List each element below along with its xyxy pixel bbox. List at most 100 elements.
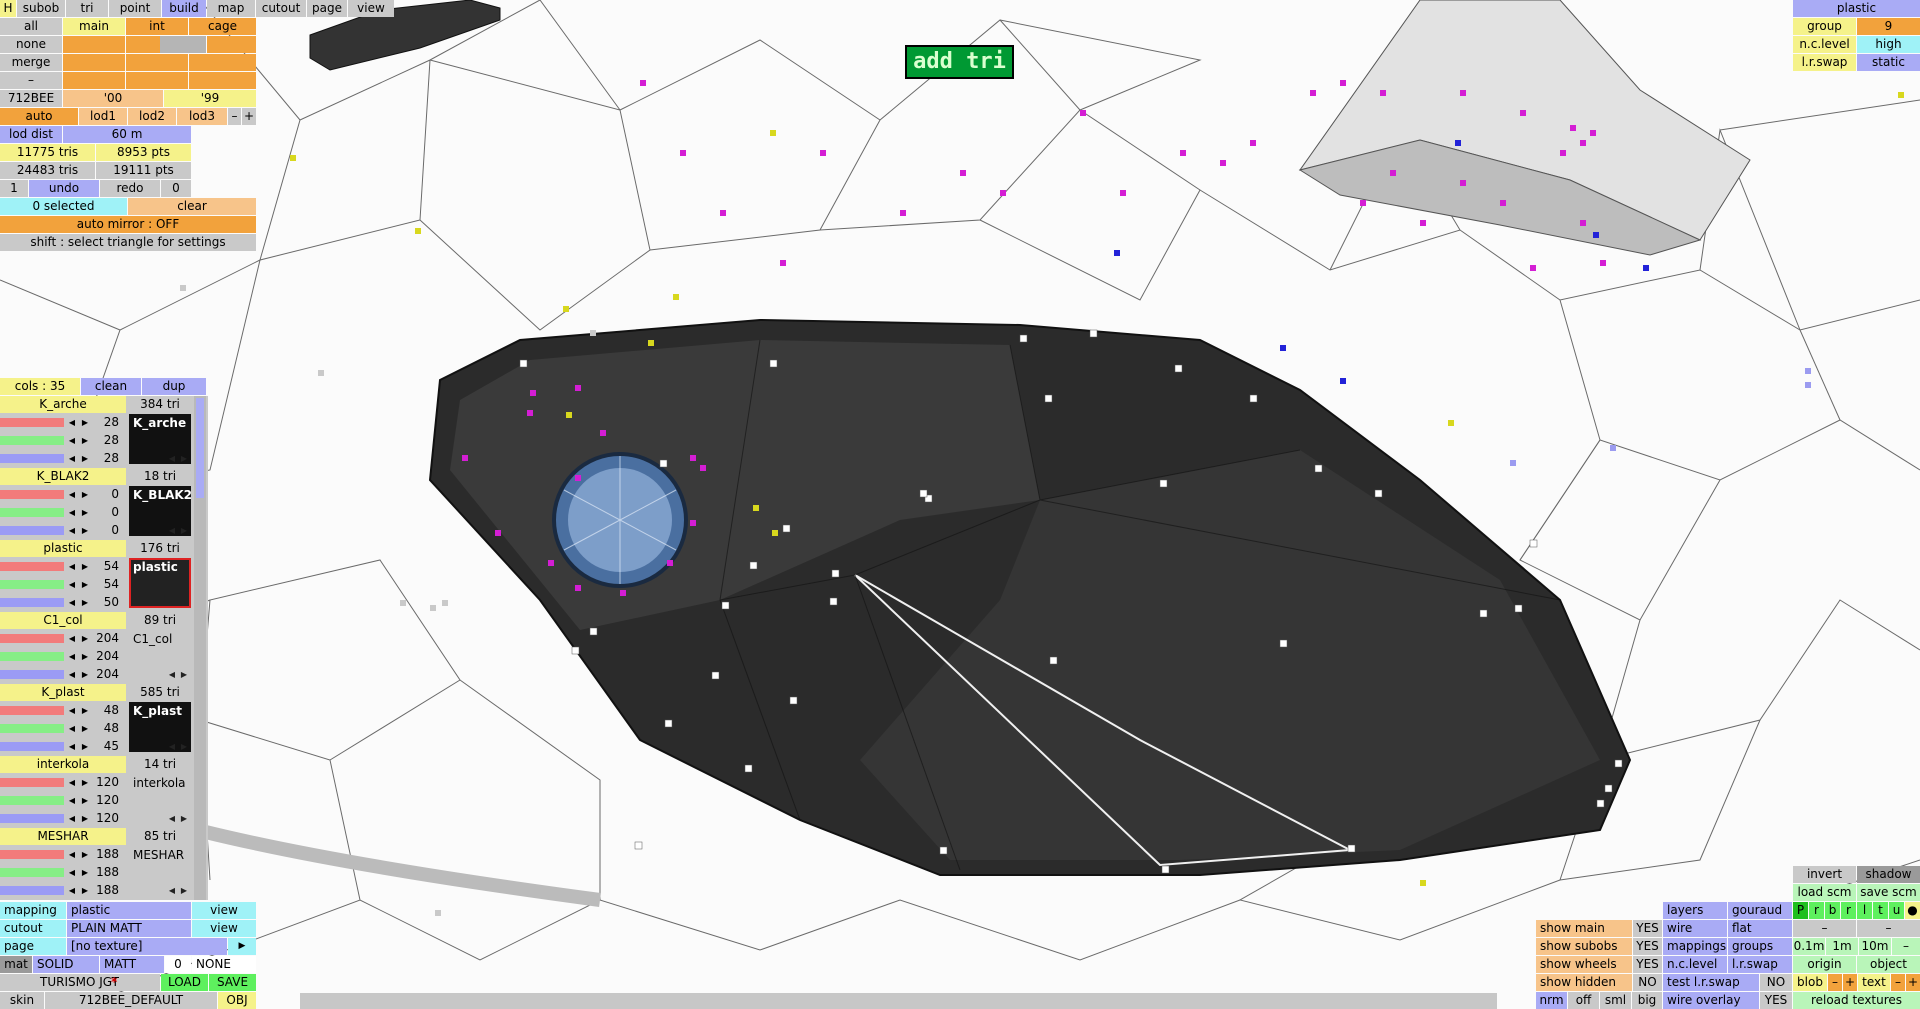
material-name[interactable]: interkola: [0, 756, 126, 773]
select-cell[interactable]: [160, 36, 206, 53]
tab-point[interactable]: point: [109, 0, 161, 17]
render-flag-5[interactable]: t: [1873, 902, 1888, 919]
scale-1m-button[interactable]: 1m: [1826, 938, 1858, 955]
view-mode-button[interactable]: flat: [1728, 920, 1792, 937]
select-none-button[interactable]: none: [0, 36, 62, 53]
material-name[interactable]: K_plast: [0, 684, 126, 701]
turismo-label[interactable]: TURISMO JGT: [40, 974, 119, 991]
color-channel-value[interactable]: 120: [96, 792, 122, 809]
color-channel-value[interactable]: 48: [96, 720, 122, 737]
color-channel-bar[interactable]: [0, 706, 64, 715]
view-mode-button[interactable]: l.r.swap: [1728, 956, 1792, 973]
viewport-scrollbar[interactable]: [300, 993, 1497, 1009]
swatch-next-icon[interactable]: ▶: [178, 882, 190, 899]
color-channel-bar[interactable]: [0, 814, 64, 823]
color-channel-value[interactable]: 204: [96, 666, 122, 683]
increase-arrow-icon[interactable]: ▶: [79, 648, 91, 665]
text-plus-button[interactable]: +: [1906, 974, 1920, 991]
swatch-next-icon[interactable]: ▶: [178, 666, 190, 683]
swatch-prev-icon[interactable]: ◀: [166, 882, 178, 899]
decrease-arrow-icon[interactable]: ◀: [66, 432, 78, 449]
text-button[interactable]: text: [1858, 974, 1890, 991]
decrease-arrow-icon[interactable]: ◀: [66, 414, 78, 431]
normals-nrm-button[interactable]: nrm: [1536, 992, 1567, 1009]
year-99-button[interactable]: '99: [164, 90, 256, 107]
show-toggle-label[interactable]: show wheels: [1536, 956, 1632, 973]
swatch-next-icon[interactable]: ▶: [178, 522, 190, 539]
tab-tri[interactable]: tri: [66, 0, 108, 17]
tab-subob[interactable]: subob: [17, 0, 65, 17]
decrease-arrow-icon[interactable]: ◀: [66, 846, 78, 863]
test-lrswap-value[interactable]: NO: [1760, 974, 1792, 991]
color-channel-bar[interactable]: [0, 670, 64, 679]
redo-button[interactable]: redo: [100, 180, 160, 197]
normals-big-button[interactable]: big: [1632, 992, 1662, 1009]
dash-right-button[interactable]: –: [1857, 920, 1920, 937]
increase-arrow-icon[interactable]: ▶: [79, 792, 91, 809]
normals-sml-button[interactable]: sml: [1600, 992, 1631, 1009]
group-value[interactable]: 9: [1857, 18, 1920, 35]
decrease-arrow-icon[interactable]: ◀: [66, 504, 78, 521]
save-button[interactable]: SAVE: [209, 974, 256, 991]
show-toggle-value[interactable]: YES: [1633, 920, 1662, 937]
increase-arrow-icon[interactable]: ▶: [79, 414, 91, 431]
show-toggle-value[interactable]: YES: [1633, 938, 1662, 955]
color-channel-value[interactable]: 28: [96, 450, 122, 467]
undo-button[interactable]: undo: [29, 180, 99, 197]
color-channel-value[interactable]: 188: [96, 882, 122, 899]
page-value[interactable]: [no texture]: [67, 938, 227, 955]
color-channel-value[interactable]: 120: [96, 774, 122, 791]
save-scm-button[interactable]: save scm: [1857, 884, 1920, 901]
swatch-prev-icon[interactable]: ◀: [166, 594, 178, 611]
decrease-arrow-icon[interactable]: ◀: [66, 486, 78, 503]
decrease-arrow-icon[interactable]: ◀: [66, 774, 78, 791]
show-toggle-value[interactable]: NO: [1633, 974, 1662, 991]
swatch-prev-icon[interactable]: ◀: [166, 450, 178, 467]
mat-solid-button[interactable]: SOLID: [33, 956, 99, 973]
color-channel-value[interactable]: 188: [96, 846, 122, 863]
blob-plus-button[interactable]: +: [1843, 974, 1857, 991]
material-list-scrollbar[interactable]: [194, 396, 206, 900]
blob-minus-button[interactable]: –: [1828, 974, 1842, 991]
render-flag-7[interactable]: ●: [1905, 902, 1920, 919]
decrease-arrow-icon[interactable]: ◀: [66, 450, 78, 467]
increase-arrow-icon[interactable]: ▶: [79, 810, 91, 827]
decrease-arrow-icon[interactable]: ◀: [66, 522, 78, 539]
dash-cell[interactable]: [189, 72, 256, 89]
color-channel-bar[interactable]: [0, 562, 64, 571]
color-channel-bar[interactable]: [0, 796, 64, 805]
merge-cell[interactable]: [189, 54, 256, 71]
color-channel-bar[interactable]: [0, 886, 64, 895]
decrease-arrow-icon[interactable]: ◀: [66, 702, 78, 719]
increase-arrow-icon[interactable]: ▶: [79, 630, 91, 647]
show-toggle-label[interactable]: show subobs: [1536, 938, 1632, 955]
obj-button[interactable]: OBJ: [218, 992, 256, 1009]
render-flag-3[interactable]: r: [1841, 902, 1856, 919]
swatch-prev-icon[interactable]: ◀: [166, 810, 178, 827]
color-channel-value[interactable]: 45: [96, 738, 122, 755]
material-name[interactable]: C1_col: [0, 612, 126, 629]
clean-button[interactable]: clean: [81, 378, 141, 395]
object-button[interactable]: object: [1857, 956, 1920, 973]
swatch-prev-icon[interactable]: ◀: [166, 738, 178, 755]
material-name[interactable]: plastic: [0, 540, 126, 557]
scale-minus-button[interactable]: –: [1892, 938, 1920, 955]
color-channel-bar[interactable]: [0, 868, 64, 877]
decrease-arrow-icon[interactable]: ◀: [66, 882, 78, 899]
material-name[interactable]: K_arche: [0, 396, 126, 413]
lod2-button[interactable]: lod2: [128, 108, 176, 125]
decrease-arrow-icon[interactable]: ◀: [66, 666, 78, 683]
view-mode-button[interactable]: mappings: [1663, 938, 1727, 955]
swatch-next-icon[interactable]: ▶: [178, 810, 190, 827]
select-cage-button[interactable]: cage: [189, 18, 256, 35]
decrease-arrow-icon[interactable]: ◀: [66, 630, 78, 647]
swatch-next-icon[interactable]: ▶: [178, 450, 190, 467]
color-channel-bar[interactable]: [0, 454, 64, 463]
color-channel-bar[interactable]: [0, 850, 64, 859]
merge-button[interactable]: merge: [0, 54, 62, 71]
view-mode-button[interactable]: layers: [1663, 902, 1727, 919]
car-code[interactable]: 712BEE: [0, 90, 62, 107]
color-channel-bar[interactable]: [0, 652, 64, 661]
lod1-button[interactable]: lod1: [79, 108, 127, 125]
color-channel-value[interactable]: 54: [96, 558, 122, 575]
